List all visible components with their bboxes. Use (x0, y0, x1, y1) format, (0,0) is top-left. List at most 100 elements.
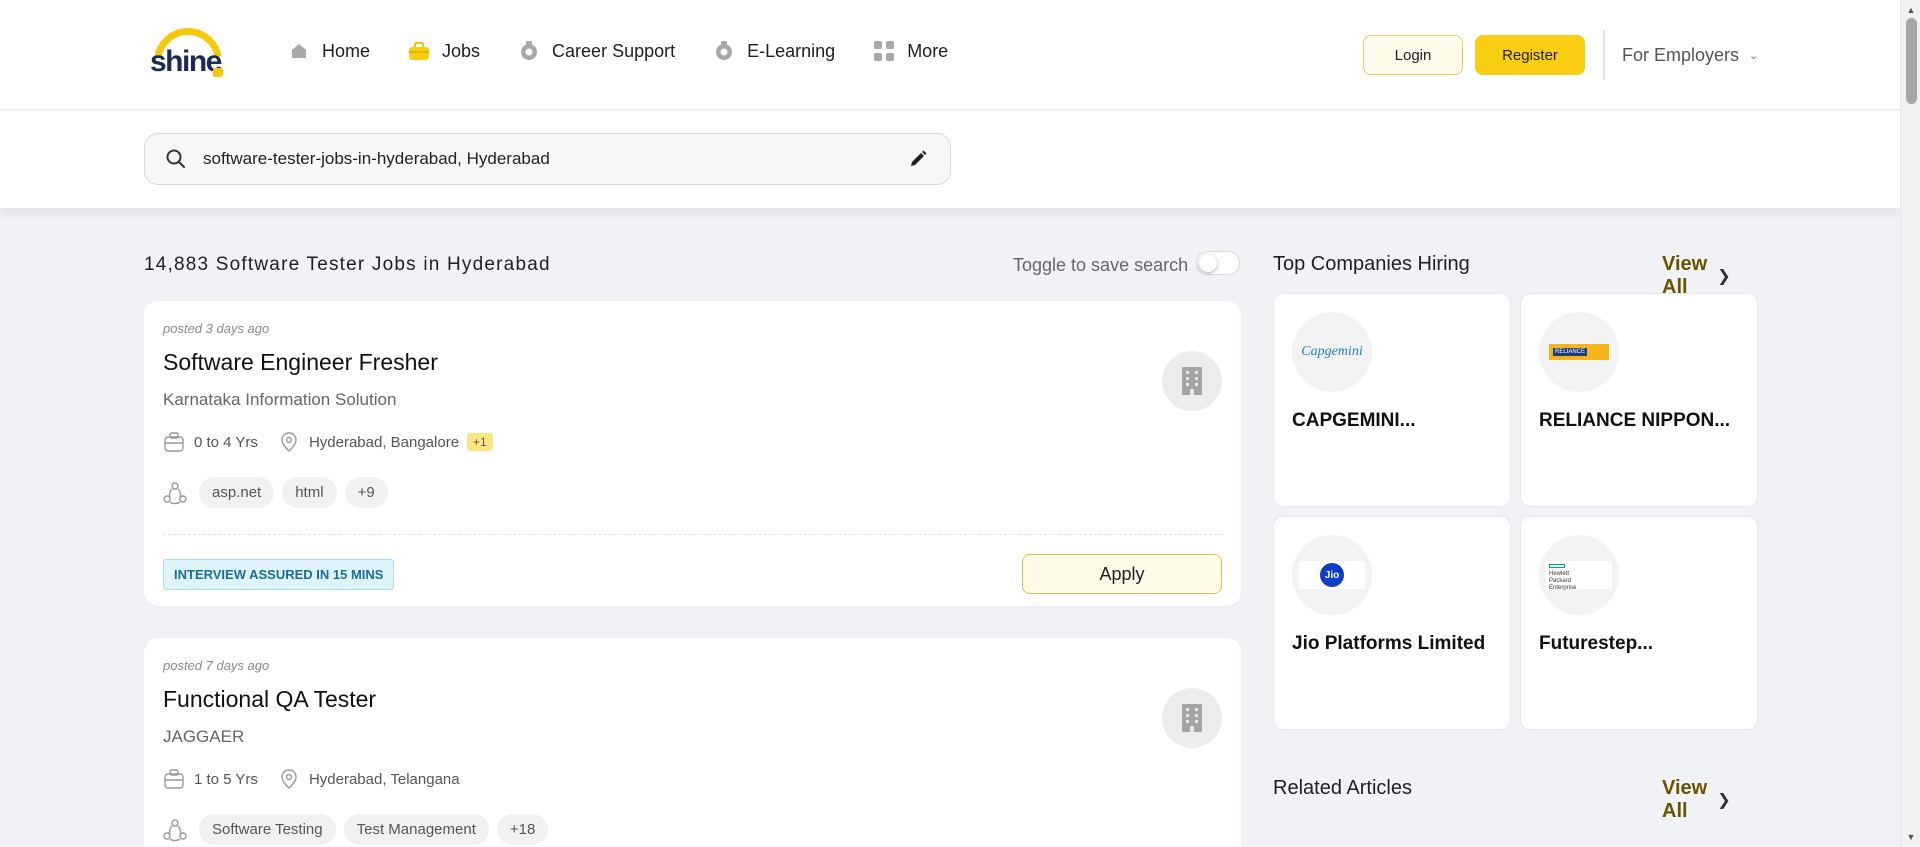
chevron-down-icon: ⌄ (1749, 50, 1759, 62)
experience-text: 1 to 5 Yrs (194, 770, 258, 788)
company-name: RELIANCE NIPPON... (1539, 410, 1731, 431)
search-icon (165, 148, 187, 170)
card-divider (163, 534, 1222, 535)
login-button[interactable]: Login (1363, 35, 1463, 75)
view-all-label: View All (1662, 777, 1708, 822)
job-title[interactable]: Functional QA Tester (163, 686, 376, 713)
skill-chip: asp.net (199, 477, 275, 508)
search-input[interactable]: software-tester-jobs-in-hyderabad, Hyder… (144, 133, 951, 185)
experience: 1 to 5 Yrs (163, 768, 258, 790)
hpe-logo-box: Hewlett Packard Enterprise (1546, 561, 1612, 591)
nav-elearning-label: E-Learning (747, 40, 836, 61)
nav-elearning[interactable]: E-Learning (713, 40, 835, 62)
experience-text: 0 to 4 Yrs (194, 433, 258, 451)
top-companies-heading: Top Companies Hiring (1273, 253, 1470, 275)
company-name: Futurestep... (1539, 633, 1654, 654)
experience-bag-icon (164, 769, 184, 789)
company-name: CAPGEMINI... (1292, 410, 1416, 431)
nav-home-label: Home (322, 40, 371, 61)
save-search-toggle[interactable] (1196, 251, 1240, 275)
jio-logo-circle: Jio (1320, 563, 1344, 587)
logo-text: shine (150, 45, 222, 78)
reliance-logo-text: RELIANCE (1553, 348, 1588, 356)
nav-jobs[interactable]: Jobs (408, 40, 480, 62)
job-company[interactable]: Karnataka Information Solution (163, 390, 396, 410)
nav-more-label: More (907, 40, 949, 61)
company-logo (1162, 688, 1222, 748)
company-name: Jio Platforms Limited (1292, 633, 1486, 654)
page-scrollbar[interactable]: ▲ ▼ (1900, 0, 1920, 847)
chevron-right-icon: ❯ (1717, 792, 1731, 809)
main-nav: Home Jobs Career Support E-Learning More (288, 40, 986, 62)
nav-home[interactable]: Home (288, 40, 370, 62)
building-icon (1182, 704, 1202, 732)
job-title[interactable]: Software Engineer Fresher (163, 349, 438, 376)
company-card[interactable]: RELIANCE RELIANCE NIPPON... (1520, 293, 1758, 507)
job-posted-date: posted 3 days ago (163, 321, 270, 336)
job-card[interactable]: posted 7 days ago Functional QA Tester J… (144, 638, 1241, 847)
location: Hyderabad, Bangalore +1 (278, 431, 493, 453)
hpe-logo-bar (1549, 564, 1565, 568)
skills-icon (163, 818, 187, 841)
site-header: shine Home Jobs Career Support E-Learnin… (0, 0, 1900, 110)
results-count-heading: 14,883 Software Tester Jobs in Hyderabad (144, 254, 551, 275)
company-logo: Capgemini (1292, 312, 1372, 392)
company-logo: Jio (1292, 535, 1372, 615)
capgemini-logo-text: Capgemini (1301, 344, 1363, 359)
chevron-right-icon: ❯ (1717, 268, 1731, 285)
grid-icon (873, 40, 895, 62)
company-card[interactable]: Capgemini CAPGEMINI... (1273, 293, 1511, 507)
logo-dot (213, 68, 223, 77)
skills-row: asp.net html +9 (163, 477, 396, 508)
apply-button[interactable]: Apply (1022, 554, 1222, 594)
header-divider (1603, 30, 1605, 80)
scrollbar-thumb[interactable] (1906, 18, 1917, 104)
company-card[interactable]: Hewlett Packard Enterprise Futurestep... (1520, 516, 1758, 730)
location-pin-icon (281, 769, 297, 789)
career-support-icon (518, 40, 540, 62)
search-query-text: software-tester-jobs-in-hyderabad, Hyder… (203, 149, 550, 168)
toggle-knob (1199, 254, 1217, 272)
scroll-up-arrow-icon[interactable]: ▲ (1901, 2, 1920, 18)
experience-bag-icon (164, 432, 184, 452)
nav-career-support[interactable]: Career Support (518, 40, 675, 62)
nav-jobs-label: Jobs (442, 40, 481, 61)
jio-logo-text: Jio (1324, 569, 1340, 581)
more-skills-chip[interactable]: +9 (344, 477, 388, 508)
skill-chip: Software Testing (199, 814, 336, 845)
register-button[interactable]: Register (1475, 35, 1585, 75)
location-text: Hyderabad, Telangana (308, 770, 460, 788)
related-articles-heading: Related Articles (1273, 777, 1412, 799)
scroll-down-arrow-icon[interactable]: ▼ (1901, 829, 1920, 845)
briefcase-icon (408, 40, 430, 62)
location-text: Hyderabad, Bangalore (308, 433, 460, 451)
job-meta: 0 to 4 Yrs Hyderabad, Bangalore +1 (163, 431, 513, 453)
building-icon (1182, 367, 1202, 395)
experience: 0 to 4 Yrs (163, 431, 258, 453)
job-card[interactable]: posted 3 days ago Software Engineer Fres… (144, 301, 1241, 606)
company-card[interactable]: Jio Jio Platforms Limited (1273, 516, 1511, 730)
jio-logo-box: Jio (1299, 561, 1365, 589)
nav-more[interactable]: More (873, 40, 948, 62)
location: Hyderabad, Telangana (278, 768, 460, 790)
interview-assured-badge: INTERVIEW ASSURED IN 15 MINS (163, 559, 395, 590)
shine-logo[interactable]: shine (148, 28, 226, 80)
more-skills-chip[interactable]: +18 (496, 814, 549, 845)
edit-pencil-icon[interactable] (908, 149, 928, 169)
company-logo: RELIANCE (1539, 312, 1619, 392)
reliance-logo-bar: RELIANCE (1549, 344, 1609, 360)
hpe-logo-text: Hewlett Packard Enterprise (1549, 571, 1577, 591)
skills-row: Software Testing Test Management +18 (163, 814, 556, 845)
elearning-icon (713, 40, 735, 62)
skills-icon (163, 481, 187, 504)
for-employers-dropdown[interactable]: For Employers ⌄ (1622, 45, 1758, 66)
more-locations-badge[interactable]: +1 (467, 433, 493, 451)
job-company[interactable]: JAGGAER (163, 727, 244, 747)
save-search-label: Toggle to save search (1013, 255, 1189, 275)
skill-chip: Test Management (343, 814, 489, 845)
search-strip: software-tester-jobs-in-hyderabad, Hyder… (0, 111, 1900, 208)
home-icon (288, 40, 310, 62)
skill-chip: html (282, 477, 337, 508)
location-pin-icon (281, 432, 297, 452)
company-logo: Hewlett Packard Enterprise (1539, 535, 1619, 615)
